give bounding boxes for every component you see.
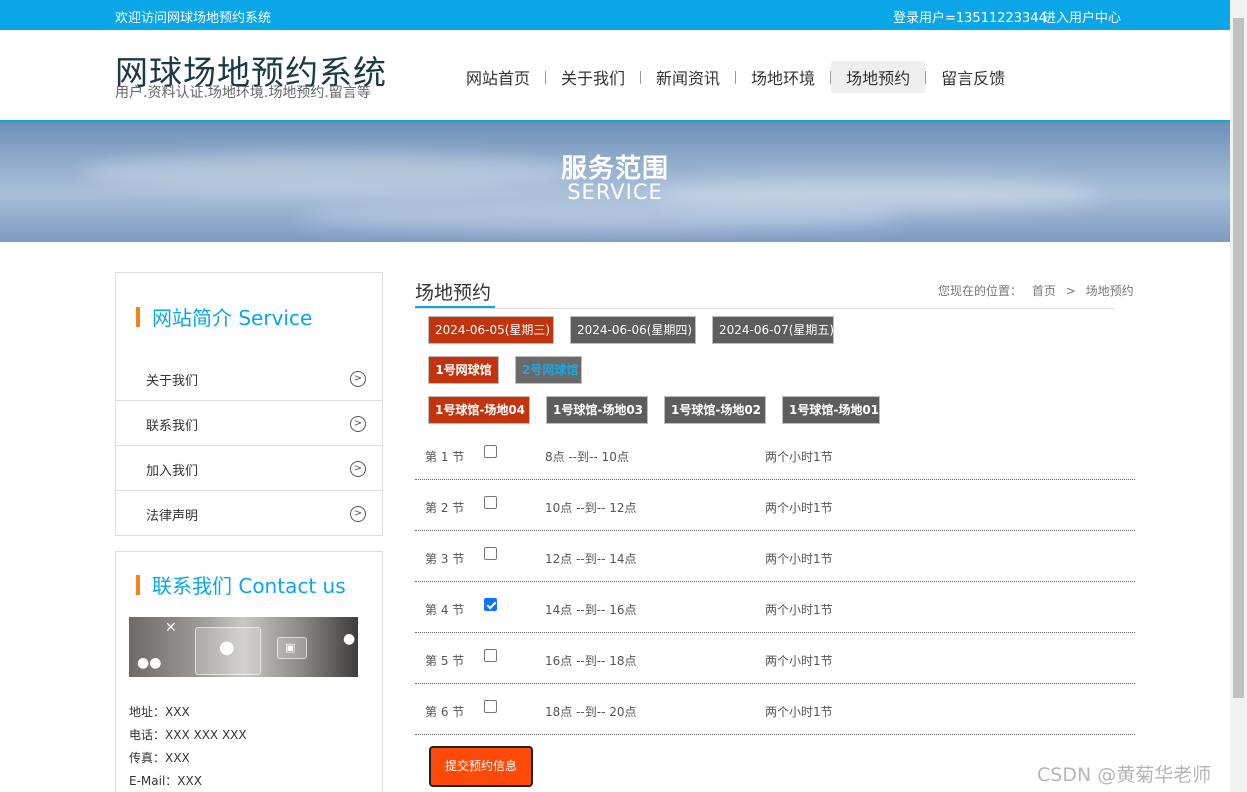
- slot-checkbox[interactable]: [484, 547, 497, 560]
- sidebar-contact-heading: 联系我们 Contact us: [136, 570, 346, 599]
- breadcrumb-separator: >: [1065, 284, 1076, 298]
- page-banner: 服务范围 SERVICE: [0, 120, 1230, 242]
- sidebar-about-heading: 网站简介 Service: [136, 302, 312, 331]
- sidebar-about-list: 关于我们 > 联系我们 > 加入我们 > 法律声明 >: [116, 356, 382, 536]
- venue-button[interactable]: 2号网球馆: [515, 356, 582, 384]
- network-icon: ✕: [165, 620, 177, 636]
- title-divider: [415, 308, 1115, 309]
- date-button[interactable]: 2024-06-07(星期五): [712, 316, 834, 344]
- slot-checkbox[interactable]: [484, 649, 497, 662]
- contact-info: 地址：XXX 电话：XXX XXX XXX 传真：XXX E-Mail：XXX: [129, 701, 247, 792]
- time-slot-row: 第 4 节 14点 --到-- 16点 两个小时1节: [415, 582, 1135, 633]
- nav-item-about[interactable]: 关于我们: [546, 61, 640, 93]
- scrollbar-thumb[interactable]: [1233, 18, 1244, 698]
- slot-checkbox[interactable]: [484, 496, 497, 509]
- sidebar-item-legal[interactable]: 法律声明 >: [116, 491, 382, 536]
- nav-item-booking[interactable]: 场地预约: [831, 61, 926, 93]
- slot-label: 第 5 节: [425, 654, 465, 668]
- contact-address: 地址：XXX: [129, 705, 190, 719]
- slot-label: 第 3 节: [425, 552, 465, 566]
- slot-duration: 两个小时1节: [765, 501, 833, 515]
- time-slot-list: 第 1 节 8点 --到-- 10点 两个小时1节 第 2 节 10点 --到-…: [415, 429, 1135, 735]
- page-title: 场地预约: [415, 282, 492, 304]
- time-slot-row: 第 3 节 12点 --到-- 14点 两个小时1节: [415, 531, 1135, 582]
- site-header: 网球场地预约系统 用户.资料认证.场地环境.场地预约.留言等 网站首页 关于我们…: [0, 30, 1230, 120]
- welcome-text: 欢迎访问网球场地预约系统: [115, 11, 272, 26]
- slot-time: 10点 --到-- 12点: [545, 501, 637, 515]
- breadcrumb-current[interactable]: 场地预约: [1086, 284, 1134, 298]
- main-nav: 网站首页 关于我们 新闻资讯 场地环境 场地预约 留言反馈: [451, 61, 1020, 93]
- slot-time: 8点 --到-- 10点: [545, 450, 629, 464]
- nav-item-feedback[interactable]: 留言反馈: [926, 61, 1020, 93]
- banner-subtitle: SERVICE: [567, 180, 663, 204]
- vertical-scrollbar[interactable]: [1230, 0, 1247, 792]
- watermark-text: CSDN @黄菊华老师: [1037, 764, 1212, 786]
- heading-accent-bar: [136, 574, 140, 595]
- nav-item-news[interactable]: 新闻资讯: [641, 61, 735, 93]
- slot-duration: 两个小时1节: [765, 603, 833, 617]
- slot-checkbox[interactable]: [484, 445, 497, 458]
- sidebar-about-box: 网站简介 Service 关于我们 > 联系我们 > 加入我们 > 法律声明 >: [115, 272, 383, 536]
- sidebar-item-label: 联系我们: [146, 419, 199, 434]
- contact-email: E-Mail：XXX: [129, 774, 202, 788]
- save-icon: ▣: [285, 641, 296, 654]
- sidebar-item-label: 法律声明: [146, 509, 199, 524]
- users-icon: ●●: [137, 655, 162, 671]
- sidebar-contact-title: 联系我们 Contact us: [152, 574, 346, 598]
- slot-time: 16点 --到-- 18点: [545, 654, 637, 668]
- slot-label: 第 1 节: [425, 450, 465, 464]
- breadcrumb: 您现在的位置： 首页 > 场地预约: [938, 282, 1140, 299]
- sidebar-contact-box: 联系我们 Contact us ✕ ● ▣ ●● ● 地址：XXX 电话：XXX…: [115, 551, 383, 792]
- slot-checkbox[interactable]: [484, 700, 497, 713]
- sidebar-item-about[interactable]: 关于我们 >: [116, 356, 382, 401]
- contact-phone: 电话：XXX XXX XXX: [129, 728, 247, 742]
- time-slot-row: 第 5 节 16点 --到-- 18点 两个小时1节: [415, 633, 1135, 684]
- user-center-link[interactable]: 进入用户中心: [1043, 7, 1121, 26]
- slot-time: 12点 --到-- 14点: [545, 552, 637, 566]
- slot-duration: 两个小时1节: [765, 705, 833, 719]
- court-button[interactable]: 1号球馆-场地02: [664, 396, 766, 424]
- sidebar-item-label: 关于我们: [146, 374, 199, 389]
- chevron-right-icon: >: [350, 371, 366, 387]
- slot-checkbox-checked[interactable]: [484, 598, 497, 611]
- court-button-selected[interactable]: 1号球馆-场地04: [428, 396, 530, 424]
- slot-label: 第 6 节: [425, 705, 465, 719]
- slot-duration: 两个小时1节: [765, 552, 833, 566]
- chevron-right-icon: >: [350, 416, 366, 432]
- sidebar-item-contact[interactable]: 联系我们 >: [116, 401, 382, 446]
- court-button[interactable]: 1号球馆-场地03: [546, 396, 648, 424]
- contact-fax: 传真：XXX: [129, 751, 190, 765]
- breadcrumb-home[interactable]: 首页: [1032, 284, 1056, 298]
- sidebar-about-title: 网站简介 Service: [152, 306, 313, 330]
- date-button-selected[interactable]: 2024-06-05(星期三): [428, 316, 554, 344]
- slot-label: 第 4 节: [425, 603, 465, 617]
- submit-booking-button[interactable]: 提交预约信息: [429, 746, 533, 787]
- slot-duration: 两个小时1节: [765, 654, 833, 668]
- heading-accent-bar: [136, 306, 140, 327]
- sidebar-item-join[interactable]: 加入我们 >: [116, 446, 382, 491]
- login-user-text: 登录用户=13511223344: [893, 11, 1047, 26]
- sidebar-item-label: 加入我们: [146, 464, 199, 479]
- title-underline: [415, 306, 495, 308]
- breadcrumb-prefix: 您现在的位置：: [938, 284, 1023, 298]
- slot-time: 18点 --到-- 20点: [545, 705, 637, 719]
- chevron-right-icon: >: [350, 461, 366, 477]
- time-slot-row: 第 6 节 18点 --到-- 20点 两个小时1节: [415, 684, 1135, 735]
- slot-label: 第 2 节: [425, 501, 465, 515]
- time-slot-row: 第 1 节 8点 --到-- 10点 两个小时1节: [415, 429, 1135, 480]
- court-button[interactable]: 1号球馆-场地01: [782, 396, 880, 424]
- add-user-icon: ●: [219, 637, 235, 658]
- slot-time: 14点 --到-- 16点: [545, 603, 637, 617]
- chevron-right-icon: >: [350, 506, 366, 522]
- site-subtitle: 用户.资料认证.场地环境.场地预约.留言等: [115, 85, 371, 101]
- time-slot-row: 第 2 节 10点 --到-- 12点 两个小时1节: [415, 480, 1135, 531]
- date-button[interactable]: 2024-06-06(星期四): [570, 316, 696, 344]
- top-bar: 欢迎访问网球场地预约系统 登录用户=13511223344 进入用户中心: [0, 0, 1230, 30]
- nav-item-environment[interactable]: 场地环境: [736, 61, 830, 93]
- slot-duration: 两个小时1节: [765, 450, 833, 464]
- venue-button-selected[interactable]: 1号网球馆: [428, 356, 499, 384]
- contact-image: ✕ ● ▣ ●● ●: [129, 617, 358, 677]
- user-icon: ●: [343, 631, 356, 647]
- nav-item-home[interactable]: 网站首页: [451, 61, 545, 93]
